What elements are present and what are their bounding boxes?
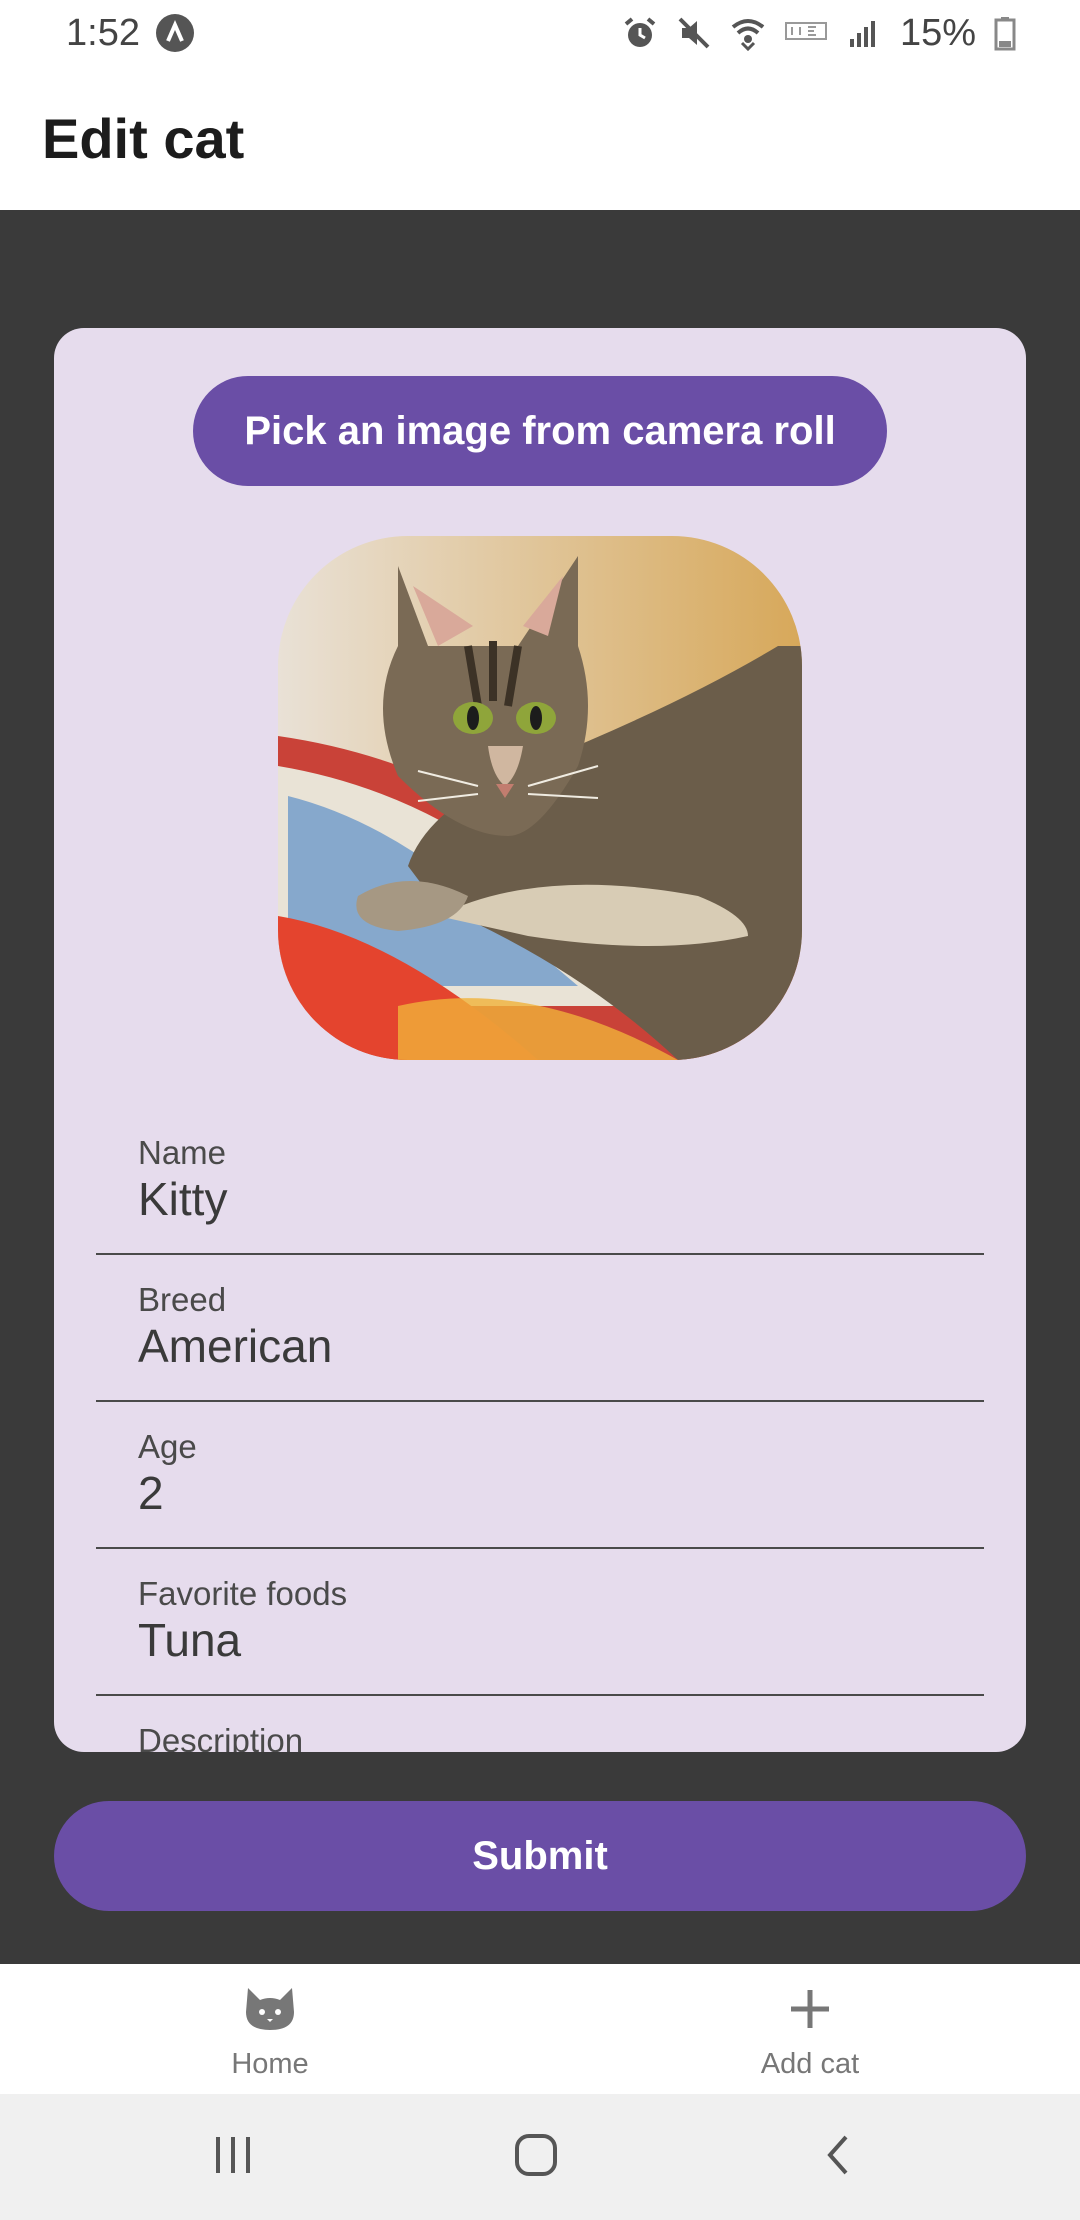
main-content[interactable]: Pick an image from camera roll Name Kitt…: [0, 210, 1080, 1964]
breed-field[interactable]: Breed American: [96, 1255, 984, 1402]
status-time: 1:52: [66, 12, 140, 54]
back-icon: [818, 2131, 858, 2184]
status-icons: 15%: [622, 10, 1016, 56]
battery-percent: 15%: [899, 11, 976, 54]
breed-input[interactable]: American: [138, 1319, 332, 1373]
breed-label: Breed: [138, 1281, 227, 1318]
wifi-icon: [730, 15, 766, 51]
recents-icon: [208, 2133, 258, 2182]
plus-icon: [785, 1984, 835, 2039]
status-bar: 1:52 15%: [0, 0, 1080, 66]
system-nav-bar: [0, 2094, 1080, 2220]
age-input[interactable]: 2: [138, 1466, 164, 1520]
page-title: Edit cat: [42, 107, 245, 170]
age-label: Age: [138, 1428, 197, 1465]
battery-icon: [994, 15, 1016, 51]
app-indicator-icon: [156, 14, 194, 52]
tab-add-cat-label: Add cat: [760, 2048, 860, 2080]
back-button[interactable]: [798, 2122, 878, 2192]
name-input[interactable]: Kitty: [138, 1172, 227, 1226]
description-field[interactable]: Description: [96, 1696, 984, 1752]
age-field[interactable]: Age 2: [96, 1402, 984, 1549]
bottom-tab-bar: Home Add cat: [0, 1964, 1080, 2094]
description-label: Description: [138, 1722, 304, 1752]
name-label: Name: [138, 1134, 227, 1171]
favorite-foods-field[interactable]: Favorite foods Tuna: [96, 1549, 984, 1696]
volte-icon: [784, 15, 828, 51]
app-header: Edit cat: [0, 66, 1080, 210]
submit-button[interactable]: Submit: [54, 1801, 1026, 1911]
home-icon: [512, 2131, 560, 2184]
edit-form-card[interactable]: Pick an image from camera roll Name Kitt…: [54, 328, 1026, 1752]
cat-icon: [242, 1984, 298, 2039]
recents-button[interactable]: [193, 2122, 273, 2192]
tab-home[interactable]: Home: [0, 1964, 540, 2094]
pick-image-button[interactable]: Pick an image from camera roll: [193, 376, 887, 486]
home-button[interactable]: [496, 2122, 576, 2192]
favorite-foods-input[interactable]: Tuna: [138, 1613, 241, 1667]
alarm-icon: [622, 15, 658, 51]
mute-icon: [676, 15, 712, 51]
signal-icon: [846, 15, 882, 51]
tab-add-cat[interactable]: Add cat: [540, 1964, 1080, 2094]
favorite-foods-label: Favorite foods: [138, 1575, 348, 1612]
name-field[interactable]: Name Kitty: [96, 1108, 984, 1255]
tab-home-label: Home: [231, 2048, 309, 2080]
cat-photo: [278, 536, 802, 1060]
